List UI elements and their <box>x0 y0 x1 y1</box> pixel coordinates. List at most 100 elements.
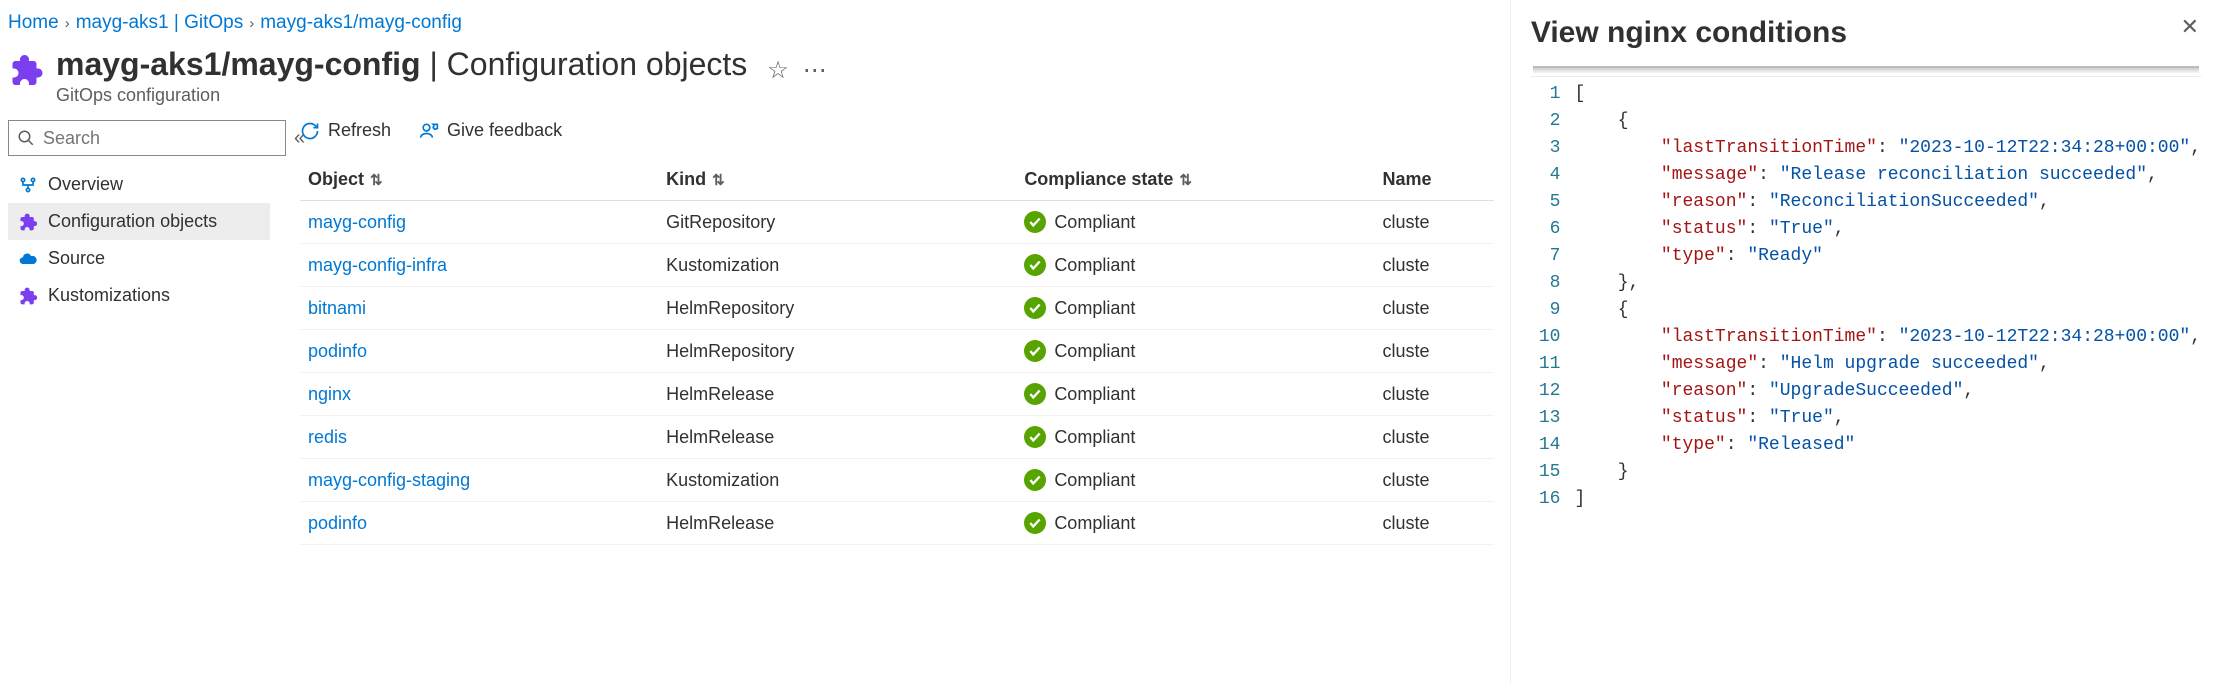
object-link[interactable]: mayg-config <box>308 212 406 232</box>
code-line: "reason": "ReconciliationSucceeded", <box>1574 189 2201 216</box>
compliance-cell: Compliant <box>1016 373 1374 416</box>
code-line: }, <box>1574 270 2201 297</box>
conditions-panel: ✕ View nginx conditions 1234567891011121… <box>1510 0 2221 684</box>
feedback-label: Give feedback <box>447 120 562 141</box>
scrollbar[interactable] <box>1533 66 2199 74</box>
close-icon[interactable]: ✕ <box>2181 14 2199 40</box>
kind-cell: HelmRepository <box>658 287 1016 330</box>
object-link[interactable]: nginx <box>308 384 351 404</box>
refresh-label: Refresh <box>328 120 391 141</box>
cloud-icon <box>18 249 38 269</box>
code-line: "status": "True", <box>1574 405 2201 432</box>
refresh-button[interactable]: Refresh <box>300 120 391 141</box>
sort-icon: ⇅ <box>712 172 725 189</box>
compliance-cell: Compliant <box>1016 502 1374 545</box>
chevron-right-icon: › <box>249 15 254 32</box>
compliance-cell: Compliant <box>1016 330 1374 373</box>
code-line: { <box>1574 297 2201 324</box>
search-input[interactable] <box>8 120 286 156</box>
col-kind[interactable]: Kind⇅ <box>658 159 1016 201</box>
star-icon[interactable]: ☆ <box>767 56 789 85</box>
table-row[interactable]: bitnami HelmRepositoryCompliantcluste <box>300 287 1494 330</box>
code-line: "type": "Ready" <box>1574 243 2201 270</box>
code-line: "message": "Release reconciliation succe… <box>1574 162 2201 189</box>
table-row[interactable]: nginxHelmReleaseCompliantcluste <box>300 373 1494 416</box>
search-icon <box>17 129 35 147</box>
chevron-right-icon: › <box>65 15 70 32</box>
kind-cell: HelmRelease <box>658 416 1016 459</box>
sidebar-item-configuration-objects[interactable]: Configuration objects <box>8 203 270 240</box>
sidebar-item-kustomizations[interactable]: Kustomizations <box>8 277 270 314</box>
check-icon <box>1024 340 1046 362</box>
object-link[interactable]: redis <box>308 427 347 447</box>
puzzle-icon <box>18 212 38 232</box>
sidebar-item-label: Configuration objects <box>48 211 217 232</box>
panel-title: View nginx conditions <box>1531 16 2201 50</box>
search-field[interactable] <box>35 127 277 150</box>
namespace-cell: cluste <box>1374 244 1493 287</box>
kind-cell: HelmRelease <box>658 502 1016 545</box>
table-row[interactable]: mayg-configGitRepositoryCompliantcluste <box>300 201 1494 244</box>
namespace-cell: cluste <box>1374 502 1493 545</box>
object-link[interactable]: podinfo <box>308 513 367 533</box>
kind-cell: GitRepository <box>658 201 1016 244</box>
sort-icon: ⇅ <box>370 172 383 189</box>
page-title: mayg-aks1/mayg-config | Configuration ob… <box>56 46 747 82</box>
toolbar: Refresh Give feedback <box>300 120 1494 159</box>
compliance-cell: Compliant <box>1016 459 1374 502</box>
compliance-cell: Compliant <box>1016 287 1374 330</box>
code-line: "lastTransitionTime": "2023-10-12T22:34:… <box>1574 324 2201 351</box>
table-row[interactable]: mayg-config-stagingKustomizationComplian… <box>300 459 1494 502</box>
code-line: [ <box>1574 81 2201 108</box>
sidebar-item-overview[interactable]: Overview <box>8 166 270 203</box>
namespace-cell: cluste <box>1374 287 1493 330</box>
breadcrumb: Home › mayg-aks1 | GitOps › mayg-aks1/ma… <box>8 8 1494 42</box>
code-line: "lastTransitionTime": "2023-10-12T22:34:… <box>1574 135 2201 162</box>
compliance-cell: Compliant <box>1016 416 1374 459</box>
code-line: "reason": "UpgradeSucceeded", <box>1574 378 2201 405</box>
code-line: } <box>1574 459 2201 486</box>
sidebar-item-label: Overview <box>48 174 123 195</box>
table-row[interactable]: mayg-config-infraKustomizationCompliantc… <box>300 244 1494 287</box>
code-line: "type": "Released" <box>1574 432 2201 459</box>
object-link[interactable]: podinfo <box>308 341 367 361</box>
puzzle-icon <box>18 286 38 306</box>
object-link[interactable]: mayg-config-infra <box>308 255 447 275</box>
code-line: "status": "True", <box>1574 216 2201 243</box>
col-compliance[interactable]: Compliance state⇅ <box>1016 159 1374 201</box>
check-icon <box>1024 426 1046 448</box>
sidebar-item-label: Kustomizations <box>48 285 170 306</box>
json-viewer[interactable]: 12345678910111213141516 [ { "lastTransit… <box>1531 76 2201 517</box>
object-link[interactable]: bitnami <box>308 298 366 318</box>
breadcrumb-item[interactable]: Home <box>8 12 59 34</box>
kind-cell: HelmRepository <box>658 330 1016 373</box>
table-row[interactable]: podinfoHelmRepositoryCompliantcluste <box>300 330 1494 373</box>
table-row[interactable]: redis HelmReleaseCompliantcluste <box>300 416 1494 459</box>
code-line: ] <box>1574 486 2201 513</box>
more-icon[interactable]: ⋯ <box>803 56 827 85</box>
page-title-row: mayg-aks1/mayg-config | Configuration ob… <box>8 42 1494 120</box>
namespace-cell: cluste <box>1374 416 1493 459</box>
compliance-cell: Compliant <box>1016 201 1374 244</box>
sidebar: « OverviewConfiguration objectsSourceKus… <box>8 120 270 545</box>
sort-icon: ⇅ <box>1179 172 1192 189</box>
code-line: { <box>1574 108 2201 135</box>
refresh-icon <box>300 121 320 141</box>
check-icon <box>1024 254 1046 276</box>
breadcrumb-item[interactable]: mayg-aks1 | GitOps <box>76 12 244 34</box>
col-object[interactable]: Object⇅ <box>300 159 658 201</box>
col-namespace[interactable]: Name <box>1374 159 1493 201</box>
nav-list: Overview Configuration objects Source Kusto… <box>8 166 270 314</box>
objects-table: Object⇅ Kind⇅ Compliance state⇅ Name may… <box>300 159 1494 545</box>
sidebar-item-source[interactable]: Source <box>8 240 270 277</box>
sidebar-item-label: Source <box>48 248 105 269</box>
object-link[interactable]: mayg-config-staging <box>308 470 470 490</box>
page-subtitle: GitOps configuration <box>56 85 747 106</box>
table-row[interactable]: podinfo HelmReleaseCompliantcluste <box>300 502 1494 545</box>
feedback-button[interactable]: Give feedback <box>419 120 562 141</box>
namespace-cell: cluste <box>1374 459 1493 502</box>
feedback-icon <box>419 121 439 141</box>
kind-cell: Kustomization <box>658 244 1016 287</box>
breadcrumb-item[interactable]: mayg-aks1/mayg-config <box>260 12 462 34</box>
overview-icon <box>18 175 38 195</box>
